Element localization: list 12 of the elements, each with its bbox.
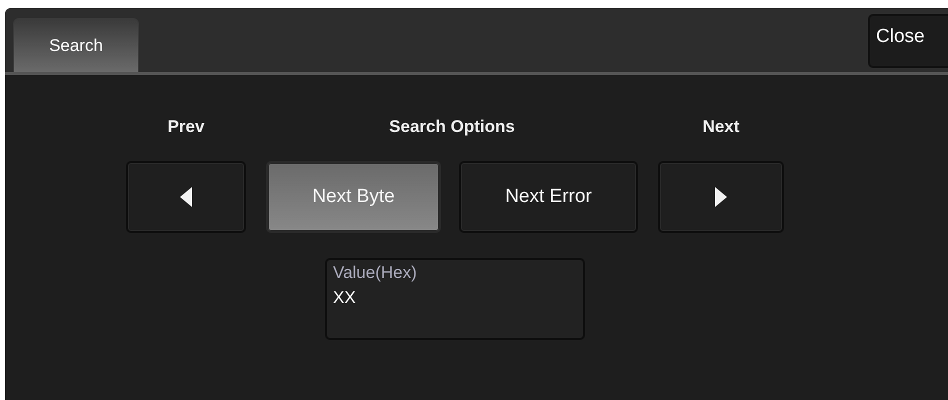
close-button[interactable]: Close <box>868 14 948 68</box>
value-field[interactable]: Value(Hex) XX <box>325 258 585 340</box>
prev-label: Prev <box>166 117 206 137</box>
search-options-label: Search Options <box>388 117 516 137</box>
prev-button[interactable] <box>126 161 246 233</box>
search-tab[interactable]: Search <box>13 18 139 72</box>
search-option-button[interactable]: Next Error <box>459 161 638 233</box>
left-triangle-icon <box>180 187 192 207</box>
search-option-button[interactable]: Next Byte <box>266 161 441 233</box>
right-triangle-icon <box>715 187 727 207</box>
next-button[interactable] <box>658 161 784 233</box>
next-label: Next <box>702 117 740 137</box>
